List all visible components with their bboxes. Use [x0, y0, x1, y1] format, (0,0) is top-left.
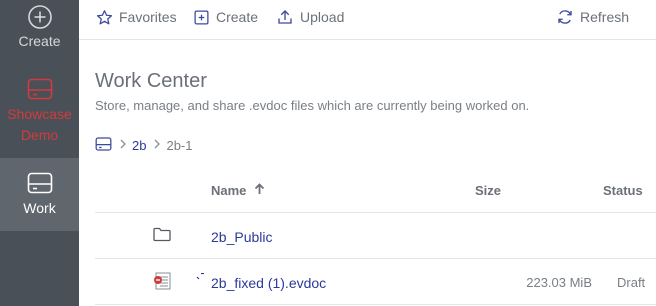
evdoc-file-icon	[153, 271, 173, 296]
chevron-right-icon	[120, 138, 126, 152]
chevron-right-icon	[154, 138, 161, 152]
loading-spinner-icon	[196, 268, 206, 286]
plus-circle-icon	[27, 4, 53, 30]
column-header-size[interactable]: Size	[475, 183, 501, 198]
row-name[interactable]: 2b_Public	[211, 229, 273, 245]
favorites-label: Favorites	[119, 9, 177, 25]
upload-icon	[276, 8, 294, 26]
add-square-icon	[193, 9, 210, 26]
table-row[interactable]: 2b_fixed (1).evdoc 223.03 MiB Draft	[95, 259, 656, 305]
sidebar-item-create[interactable]: Create	[0, 0, 79, 68]
column-header-status[interactable]: Status	[603, 183, 643, 198]
toolbar: Favorites Create Upload Refresh	[79, 0, 656, 40]
sidebar-item-label: Showcase Demo	[7, 106, 72, 143]
arrow-up-icon	[254, 183, 265, 198]
drive-icon	[95, 136, 112, 154]
refresh-label: Refresh	[580, 9, 630, 25]
refresh-button[interactable]: Refresh	[556, 6, 629, 28]
sidebar-item-showcase-demo[interactable]: Showcase Demo	[0, 70, 79, 156]
row-size: 223.03 MiB	[526, 275, 592, 290]
sidebar: Create Showcase Demo Work	[0, 0, 79, 306]
refresh-icon	[556, 8, 574, 26]
create-button[interactable]: Create	[193, 6, 258, 28]
upload-label: Upload	[300, 9, 345, 25]
create-label: Create	[216, 9, 259, 25]
table-row[interactable]: 2b_Public	[95, 213, 656, 259]
breadcrumb: 2b 2b-1	[95, 136, 193, 154]
favorites-button[interactable]: Favorites	[96, 6, 177, 28]
page-subtitle: Store, manage, and share .evdoc files wh…	[95, 98, 530, 113]
sidebar-item-label: Work	[23, 200, 56, 216]
breadcrumb-item-2b[interactable]: 2b	[132, 138, 146, 153]
breadcrumb-item-current: 2b-1	[166, 137, 193, 153]
file-table: Name Size Status 2b_Public 2b_fixed (1).…	[95, 168, 656, 305]
folder-icon	[153, 227, 171, 247]
sidebar-item-label: Create	[18, 33, 61, 49]
sidebar-item-work[interactable]: Work	[0, 158, 79, 231]
drive-icon	[27, 78, 53, 100]
breadcrumb-root[interactable]	[95, 136, 112, 154]
upload-button[interactable]: Upload	[276, 6, 344, 28]
app: Create Showcase Demo Work Favorites Crea…	[0, 0, 656, 306]
row-name[interactable]: 2b_fixed (1).evdoc	[211, 275, 326, 291]
star-icon	[96, 9, 113, 26]
row-status: Draft	[617, 275, 646, 290]
page-title: Work Center	[95, 70, 207, 92]
table-header: Name Size Status	[95, 168, 656, 213]
column-header-name[interactable]: Name	[211, 183, 265, 198]
drive-icon	[27, 172, 53, 194]
column-label: Name	[211, 183, 247, 198]
